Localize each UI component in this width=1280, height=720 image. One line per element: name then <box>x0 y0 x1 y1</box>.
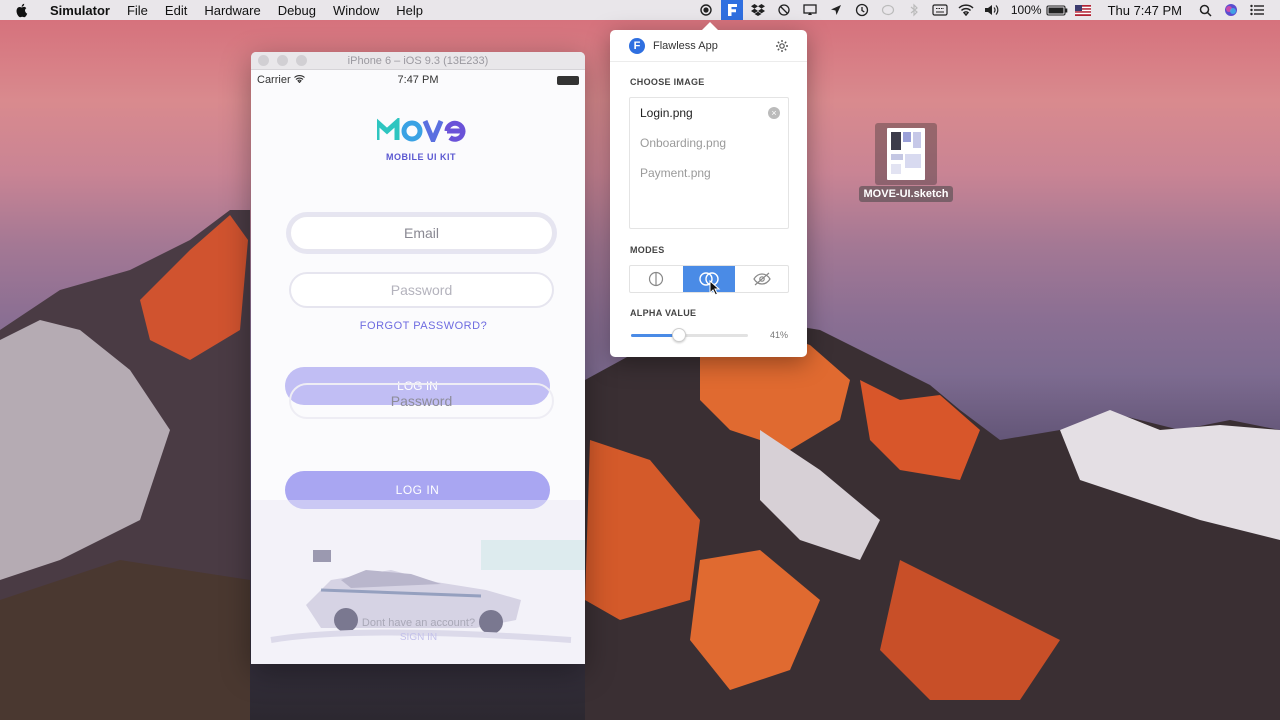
block-icon[interactable] <box>773 0 795 20</box>
forgot-password-link[interactable]: FORGOT PASSWORD? <box>341 320 506 332</box>
flag-icon[interactable] <box>1072 0 1094 20</box>
sketch-file-thumbnail <box>887 128 925 180</box>
ios-battery-icon <box>557 75 579 85</box>
menu-window[interactable]: Window <box>333 3 379 18</box>
record-icon[interactable] <box>695 0 717 20</box>
bluetooth-icon[interactable] <box>903 0 925 20</box>
list-icon[interactable] <box>1246 0 1268 20</box>
popover-header: F Flawless App <box>610 30 807 62</box>
battery-icon[interactable] <box>1046 0 1068 20</box>
window-titlebar[interactable]: iPhone 6 – iOS 9.3 (13E233) <box>251 52 585 70</box>
chat-icon[interactable] <box>877 0 899 20</box>
image-item-onboarding[interactable]: Onboarding.png <box>630 128 788 158</box>
kit-subtitle: MOBILE UI KIT <box>386 152 456 162</box>
wifi-icon[interactable] <box>955 0 977 20</box>
popover-arrow <box>702 22 718 30</box>
password-field[interactable]: Password <box>289 272 554 308</box>
image-item-label: Login.png <box>640 106 693 120</box>
popover-app-name: Flawless App <box>653 39 718 52</box>
alpha-slider[interactable] <box>631 328 748 342</box>
alpha-value-label: ALPHA VALUE <box>630 308 697 318</box>
choose-image-label: CHOOSE IMAGE <box>630 77 705 87</box>
volume-icon[interactable] <box>981 0 1003 20</box>
menu-app-name[interactable]: Simulator <box>50 3 110 18</box>
simulator-window: iPhone 6 – iOS 9.3 (13E233) Carrier 7:47… <box>251 52 585 664</box>
image-item-label: Payment.png <box>640 166 711 180</box>
email-field[interactable]: Email <box>289 215 554 251</box>
desktop-file-label[interactable]: MOVE-UI.sketch <box>859 186 953 202</box>
image-item-label: Onboarding.png <box>640 136 727 150</box>
alpha-value-text: 41% <box>769 330 788 340</box>
overlay-split-icon <box>649 271 664 287</box>
battery-percent: 100% <box>1010 3 1042 17</box>
flawless-logo-icon: F <box>629 37 645 54</box>
status-area: 100% Thu 7:47 PM <box>691 0 1280 20</box>
location-icon[interactable] <box>825 0 847 20</box>
overlay-password-field: Password <box>289 383 554 419</box>
mode-hide-button[interactable] <box>735 266 788 292</box>
mouse-cursor-icon <box>709 280 721 296</box>
gear-icon[interactable] <box>775 39 789 53</box>
menu-debug[interactable]: Debug <box>278 3 316 18</box>
menu-edit[interactable]: Edit <box>165 3 187 18</box>
time-machine-icon[interactable] <box>851 0 873 20</box>
flawless-popover: F Flawless App CHOOSE IMAGE Login.png × … <box>610 22 807 357</box>
alpha-slider-handle[interactable] <box>671 328 686 342</box>
remove-image-icon[interactable]: × <box>768 107 780 119</box>
menu-bar: Simulator File Edit Hardware Debug Windo… <box>0 0 1280 20</box>
desktop-file-icon[interactable] <box>875 123 937 185</box>
menu-file[interactable]: File <box>127 3 148 18</box>
search-icon[interactable] <box>1194 0 1216 20</box>
modes-label: MODES <box>630 245 665 255</box>
image-item-login[interactable]: Login.png × <box>630 98 788 128</box>
siri-icon[interactable] <box>1220 0 1242 20</box>
ios-status-bar: Carrier 7:47 PM <box>251 70 585 90</box>
dropbox-icon[interactable] <box>747 0 769 20</box>
keyboard-icon[interactable] <box>929 0 951 20</box>
image-item-payment[interactable]: Payment.png <box>630 158 788 188</box>
no-account-text: Dont have an account? <box>361 617 476 629</box>
cast-icon[interactable] <box>799 0 821 20</box>
window-title: iPhone 6 – iOS 9.3 (13E233) <box>347 54 489 67</box>
image-list: Login.png × Onboarding.png Payment.png <box>629 97 789 229</box>
hide-eye-icon <box>752 272 771 286</box>
mode-split-button[interactable] <box>630 266 683 292</box>
clock[interactable]: Thu 7:47 PM <box>1108 3 1182 18</box>
phone-screen: Carrier 7:47 PM MOBILE UI KIT Email Pass… <box>251 70 585 664</box>
menu-hardware[interactable]: Hardware <box>204 3 260 18</box>
menu-help[interactable]: Help <box>396 3 423 18</box>
move-logo <box>377 118 466 142</box>
ios-time: 7:47 PM <box>397 74 439 86</box>
flawless-icon[interactable] <box>720 0 743 20</box>
apple-icon[interactable] <box>14 2 30 18</box>
sign-in-link[interactable]: SIGN IN <box>311 632 526 643</box>
